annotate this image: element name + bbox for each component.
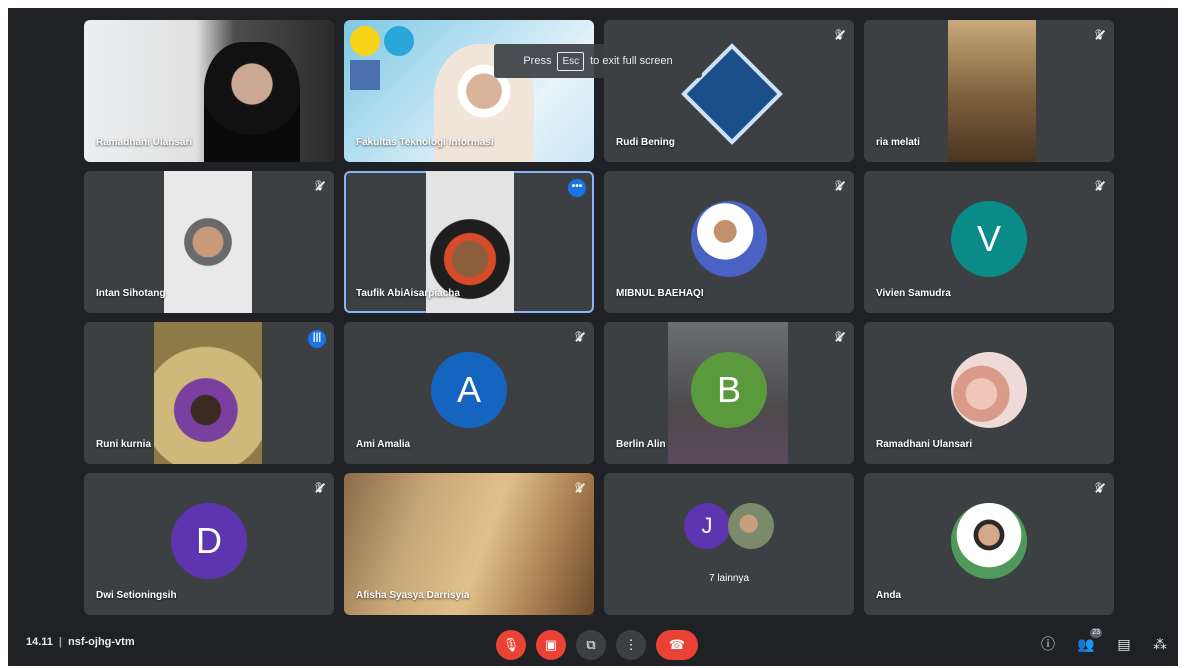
participant-name: Rudi Bening (616, 137, 675, 148)
esc-key: Esc (557, 51, 585, 71)
participant-avatar (951, 503, 1027, 580)
participant-name: Vivien Samudra (876, 288, 951, 299)
meeting-details-button[interactable]: ⓘ (1038, 634, 1058, 654)
end-call-icon: ☎ (668, 637, 686, 652)
speaking-indicator-icon: ||| (308, 330, 326, 348)
participant-video (204, 42, 300, 162)
meet-stage: Ramadhani Ulansari Fakultas Teknologi In… (8, 8, 1178, 666)
participant-tile[interactable]: Ramadhani Ulansari (864, 322, 1114, 464)
participant-avatar: B (691, 352, 767, 429)
info-icon: ⓘ (1041, 636, 1055, 652)
separator: | (58, 636, 62, 648)
participant-video (154, 322, 262, 464)
camera-toggle-button[interactable]: ▣ (536, 630, 566, 660)
mic-off-icon (832, 179, 846, 193)
people-icon: 👥 (1077, 636, 1095, 652)
participant-video (164, 171, 252, 313)
participant-tile[interactable]: J 7 lainnya (604, 473, 854, 615)
participant-tile[interactable]: ••• Taufik AbiAisarpiacha (344, 171, 594, 313)
participant-avatar: V (951, 201, 1027, 278)
participant-name: ria melati (876, 137, 920, 148)
mic-off-icon (832, 28, 846, 42)
mic-off-icon (572, 330, 586, 344)
participant-tile[interactable]: Rudi Bening (604, 20, 854, 162)
mic-off-icon (832, 330, 846, 344)
leave-call-button[interactable]: ☎ (656, 630, 698, 660)
participant-avatar: J (684, 503, 730, 549)
mic-toggle-button[interactable]: 🎙 (496, 630, 526, 660)
participant-name: Ami Amalia (356, 439, 411, 450)
mic-off-icon: 🎙 (502, 637, 520, 652)
participant-name: Taufik AbiAisarpiacha (356, 288, 460, 299)
participant-avatar (728, 503, 774, 549)
participant-avatar (951, 352, 1027, 429)
mic-off-icon (572, 481, 586, 495)
others-count-label: 7 lainnya (708, 573, 750, 584)
camera-off-icon: ▣ (544, 637, 558, 652)
logo-image (350, 26, 380, 56)
participant-name: Afisha Syasya Darrisyia (356, 590, 470, 601)
participant-avatar: A (431, 352, 507, 429)
present-screen-icon: ⧉ (586, 637, 596, 652)
participant-name: Intan Sihotang (96, 288, 166, 299)
chat-icon: ▤ (1117, 636, 1131, 652)
meeting-time: 14.11 (26, 636, 53, 648)
participant-name: Ramadhani Ulansari (96, 137, 193, 148)
meeting-info: 14.11 | nsf-ojhg-vtm (26, 636, 135, 648)
logo-image (350, 60, 380, 90)
participant-name: Runi kurnia (96, 439, 152, 450)
participant-avatar: D (171, 503, 247, 580)
participant-tile[interactable]: B Berlin Alin (604, 322, 854, 464)
present-button[interactable]: ⧉ (576, 630, 606, 660)
mic-off-icon (1092, 481, 1106, 495)
fullscreen-exit-toast: Press Esc to exit full screen (494, 44, 702, 78)
more-options-button[interactable]: ⋮ (616, 630, 646, 660)
mic-off-icon (1092, 28, 1106, 42)
participant-tile[interactable]: Fakultas Teknologi Informasi (344, 20, 594, 162)
participant-tile[interactable]: D Dwi Setioningsih (84, 473, 334, 615)
people-button[interactable]: 👥 23 (1076, 628, 1102, 654)
more-vert-icon: ⋮ (624, 637, 638, 652)
participant-tile[interactable]: Anda (864, 473, 1114, 615)
chat-button[interactable]: ▤ (1114, 634, 1134, 654)
participant-video (948, 20, 1036, 162)
participant-name: Fakultas Teknologi Informasi (356, 137, 494, 148)
participant-name: Anda (876, 590, 901, 601)
participant-tile[interactable]: Afisha Syasya Darrisyia (344, 473, 594, 615)
bottom-control-bar: 14.11 | nsf-ojhg-vtm 🎙 ▣ ⧉ ⋮ ☎ ⓘ 👥 23 ▤ ⁂ (8, 622, 1178, 666)
participant-tile[interactable]: ||| Runi kurnia (84, 322, 334, 464)
toast-press-text: Press (523, 55, 552, 67)
participant-name: MIBNUL BAEHAQI (616, 288, 704, 299)
participant-name: Berlin Alin (616, 439, 666, 450)
participant-avatar (691, 201, 767, 278)
more-options-icon[interactable]: ••• (568, 179, 586, 197)
toast-rest-text: to exit full screen (590, 55, 673, 67)
participant-tile[interactable]: MIBNUL BAEHAQI (604, 171, 854, 313)
activities-button[interactable]: ⁂ (1150, 634, 1170, 654)
participant-tile[interactable]: A Ami Amalia (344, 322, 594, 464)
participant-tile[interactable]: Intan Sihotang (84, 171, 334, 313)
logo-image (384, 26, 414, 56)
participant-tile[interactable]: Ramadhani Ulansari (84, 20, 334, 162)
mic-off-icon (1092, 179, 1106, 193)
participant-name: Ramadhani Ulansari (876, 439, 973, 450)
mic-off-icon (312, 481, 326, 495)
meeting-code: nsf-ojhg-vtm (68, 636, 135, 648)
participant-tile[interactable]: ria melati (864, 20, 1114, 162)
activities-icon: ⁂ (1153, 636, 1167, 652)
mic-off-icon (312, 179, 326, 193)
participant-name: Dwi Setioningsih (96, 590, 177, 601)
people-count-badge: 23 (1090, 628, 1102, 638)
participant-tile[interactable]: V Vivien Samudra (864, 171, 1114, 313)
